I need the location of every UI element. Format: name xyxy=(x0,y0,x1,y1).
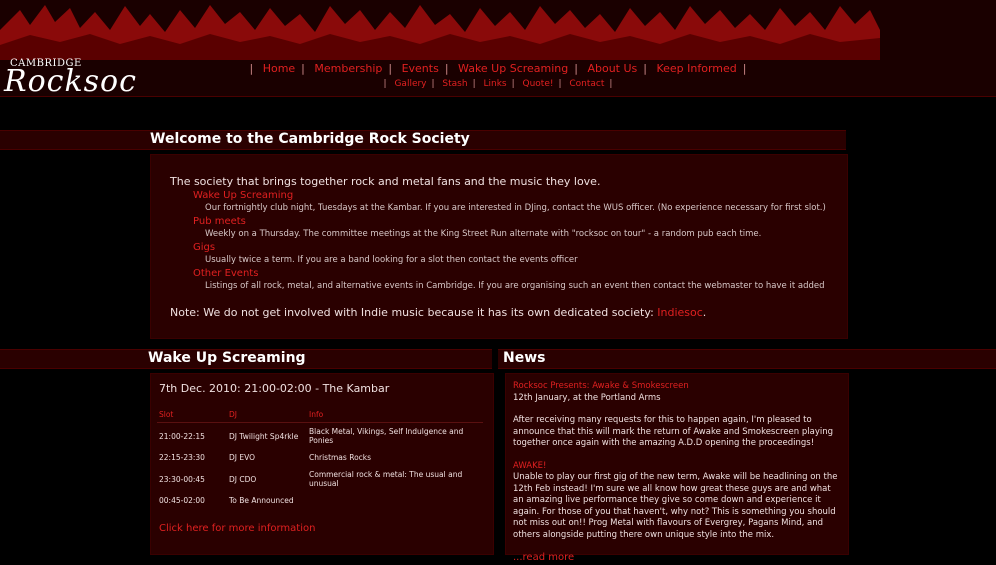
cell-dj: DJ EVO xyxy=(229,453,256,462)
nav-links[interactable]: Links xyxy=(483,79,506,89)
link-wake-up-screaming[interactable]: Wake Up Screaming xyxy=(193,190,293,201)
news-item-body: Unable to play our first gig of the new … xyxy=(513,472,838,540)
site-header: CAMBRIDGE Rocksoc | Home | Membership | Ev… xyxy=(0,0,996,97)
col-dj: DJ xyxy=(227,408,307,423)
nav-wake-up-screaming[interactable]: Wake Up Screaming xyxy=(458,62,568,75)
cell-slot: 23:30-00:45 xyxy=(159,474,205,484)
col-info: Info xyxy=(307,408,483,423)
table-row: 21:00-22:15 DJ Twilight Sp4rkle Black Me… xyxy=(157,423,483,450)
nav-stash[interactable]: Stash xyxy=(442,79,467,89)
wus-date: 7th Dec. 2010: 21:00-02:00 - The Kambar xyxy=(159,382,390,395)
item-desc: Weekly on a Thursday. The committee meet… xyxy=(205,229,762,239)
crowd-banner xyxy=(0,5,880,60)
news-title-bar xyxy=(498,349,996,369)
table-row: 23:30-00:45 DJ CDO Commercial rock & met… xyxy=(157,466,483,492)
item-desc: Our fortnightly club night, Tuesdays at … xyxy=(205,203,826,213)
table-row: 00:45-02:00 To Be Announced xyxy=(157,492,483,509)
news-item-body: After receiving many requests for this t… xyxy=(513,415,834,448)
link-other-events[interactable]: Other Events xyxy=(193,268,258,279)
welcome-title: Welcome to the Cambridge Rock Society xyxy=(150,131,470,147)
link-indiesoc[interactable]: Indiesoc xyxy=(657,306,703,319)
secondary-nav: | Gallery | Stash | Links | Quote! | Contact… xyxy=(383,79,613,89)
news-item-title[interactable]: Rocksoc Presents: Awake & Smokescreen xyxy=(513,381,689,391)
news-title: News xyxy=(503,350,546,366)
cell-dj: DJ CDO xyxy=(229,474,257,484)
table-row: 22:15-23:30 DJ EVO Christmas Rocks xyxy=(157,449,483,466)
cell-slot: 00:45-02:00 xyxy=(159,496,205,505)
primary-nav: | Home | Membership | Events | Wake Up Scre… xyxy=(249,62,747,75)
nav-membership[interactable]: Membership xyxy=(314,62,382,75)
nav-keep-informed[interactable]: Keep Informed xyxy=(656,62,736,75)
nav-contact[interactable]: Contact xyxy=(569,79,604,89)
cell-dj: To Be Announced xyxy=(229,496,294,505)
news-item-title: AWAKE! xyxy=(513,460,547,471)
indie-note: Note: We do not get involved with Indie … xyxy=(170,306,706,319)
item-desc: Usually twice a term. If you are a band … xyxy=(205,255,578,265)
news-item-date: 12th January, at the Portland Arms xyxy=(513,392,661,403)
nav-about-us[interactable]: About Us xyxy=(587,62,637,75)
wus-schedule-table: Slot DJ Info 21:00-22:15 DJ Twilight Sp4… xyxy=(157,408,483,509)
nav-gallery[interactable]: Gallery xyxy=(394,79,426,89)
welcome-intro: The society that brings together rock an… xyxy=(170,175,601,188)
link-pub-meets[interactable]: Pub meets xyxy=(193,216,246,227)
nav-events[interactable]: Events xyxy=(402,62,439,75)
col-slot: Slot xyxy=(157,408,227,423)
nav-quote[interactable]: Quote! xyxy=(523,79,554,89)
cell-info xyxy=(307,492,483,509)
note-end: . xyxy=(702,306,707,319)
cell-info: Christmas Rocks xyxy=(309,453,372,462)
wus-title: Wake Up Screaming xyxy=(148,350,306,366)
link-gigs[interactable]: Gigs xyxy=(193,242,215,253)
cell-info: Black Metal, Vikings, Self Indulgence an… xyxy=(309,427,464,445)
cell-info: Commercial rock & metal: The usual and u… xyxy=(309,470,463,488)
cell-dj: DJ Twilight Sp4rkle xyxy=(229,431,299,441)
note-text: Note: We do not get involved with Indie … xyxy=(170,306,658,319)
cell-slot: 22:15-23:30 xyxy=(159,453,205,462)
nav-home[interactable]: Home xyxy=(263,62,295,75)
news-content: Rocksoc Presents: Awake & Smokescreen 12… xyxy=(513,381,838,565)
cell-slot: 21:00-22:15 xyxy=(159,431,205,441)
item-desc: Listings of all rock, metal, and alterna… xyxy=(205,281,825,291)
news-read-more-link[interactable]: ...read more xyxy=(513,552,574,563)
table-header-row: Slot DJ Info xyxy=(157,408,483,423)
wus-more-info-link[interactable]: Click here for more information xyxy=(159,523,315,534)
